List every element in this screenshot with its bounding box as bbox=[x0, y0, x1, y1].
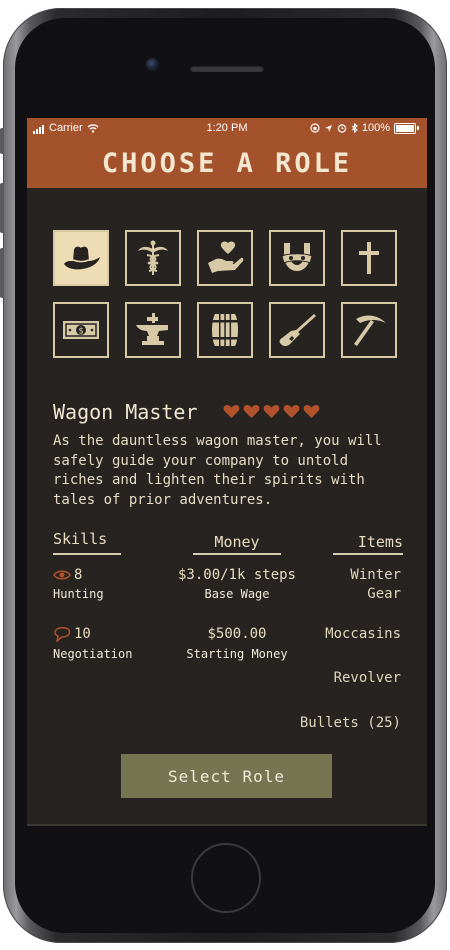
bluetooth-icon bbox=[351, 123, 358, 133]
alarm-icon bbox=[337, 124, 347, 133]
skill-label: Negotiation bbox=[53, 647, 133, 661]
front-camera bbox=[146, 58, 159, 71]
barrel-icon bbox=[211, 314, 239, 346]
item-winter-gear: Winter Gear bbox=[350, 567, 401, 602]
item-revolver: Revolver bbox=[333, 670, 401, 686]
location-icon bbox=[324, 124, 332, 132]
header-bar: CHOOSE A ROLE bbox=[27, 140, 427, 188]
home-button[interactable] bbox=[191, 843, 261, 913]
skills-heading: Skills bbox=[53, 530, 108, 548]
select-role-button[interactable]: Select Role bbox=[121, 754, 332, 798]
cowboy-hat-icon bbox=[64, 246, 100, 270]
cross-icon bbox=[359, 242, 379, 274]
money-bill-icon: $ bbox=[63, 321, 99, 339]
svg-text:$: $ bbox=[78, 327, 83, 337]
speech-bubble-icon bbox=[54, 627, 71, 642]
app-screen: Carrier 1:20 PM 100% CHOOSE A ROLE $ Wag… bbox=[27, 118, 427, 826]
items-underline bbox=[333, 553, 403, 555]
status-bar: Carrier 1:20 PM 100% bbox=[27, 118, 427, 140]
heart-icon bbox=[243, 405, 260, 418]
base-wage-label: Base Wage bbox=[204, 587, 270, 601]
role-tile-hunter[interactable] bbox=[269, 302, 325, 358]
anvil-icon bbox=[136, 313, 168, 345]
skills-underline bbox=[53, 553, 121, 555]
battery-tip bbox=[417, 126, 419, 130]
rifle-icon bbox=[279, 314, 316, 347]
heart-icon bbox=[283, 405, 300, 418]
role-tile-prospector[interactable] bbox=[341, 302, 397, 358]
pickaxe-icon bbox=[354, 315, 386, 346]
role-tile-gambler[interactable] bbox=[269, 230, 325, 286]
volume-down-button bbox=[0, 248, 4, 298]
skill-label: Hunting bbox=[53, 587, 104, 601]
mute-switch bbox=[0, 128, 4, 154]
money-underline bbox=[193, 553, 281, 555]
role-name: Wagon Master bbox=[53, 400, 198, 424]
skill-value: 10 bbox=[74, 626, 91, 642]
heart-icon bbox=[303, 405, 320, 418]
heart-icon bbox=[263, 405, 280, 418]
money-heading: Money bbox=[214, 533, 260, 551]
role-tile-banker[interactable]: $ bbox=[53, 302, 109, 358]
role-rating bbox=[223, 404, 320, 419]
earpiece-speaker bbox=[190, 65, 264, 72]
caduceus-icon bbox=[138, 240, 168, 275]
page-title: CHOOSE A ROLE bbox=[101, 148, 353, 179]
item-bullets: Bullets (25) bbox=[299, 715, 401, 731]
heart-icon bbox=[223, 405, 240, 418]
skill-value: 8 bbox=[74, 567, 83, 583]
starting-money-label: Starting Money bbox=[186, 647, 288, 661]
role-tile-blacksmith[interactable] bbox=[125, 302, 181, 358]
role-tile-merchant[interactable] bbox=[197, 302, 253, 358]
horseshoe-mask-icon bbox=[281, 243, 313, 271]
items-heading: Items bbox=[357, 533, 403, 551]
role-tile-caretaker[interactable] bbox=[197, 230, 253, 286]
screen-bottom-edge bbox=[27, 824, 427, 826]
skill-negotiation-value: 10 bbox=[53, 626, 91, 642]
volume-up-button bbox=[0, 183, 4, 233]
base-wage-value: $3.00/1k steps bbox=[177, 567, 296, 583]
lock-rotation-icon bbox=[310, 123, 320, 133]
battery-percent: 100% bbox=[361, 122, 390, 134]
heart-in-hand-icon bbox=[208, 241, 244, 273]
role-description: As the dauntless wagon master, you will … bbox=[53, 433, 382, 508]
starting-money-value: $500.00 bbox=[207, 626, 267, 642]
battery-icon bbox=[394, 122, 416, 134]
item-moccasins: Moccasins bbox=[325, 626, 401, 642]
role-tile-preacher[interactable] bbox=[341, 230, 397, 286]
eye-icon bbox=[53, 570, 71, 580]
skill-hunting-value: 8 bbox=[53, 567, 82, 583]
role-tile-doctor[interactable] bbox=[125, 230, 181, 286]
role-tile-wagon-master[interactable] bbox=[53, 230, 109, 286]
